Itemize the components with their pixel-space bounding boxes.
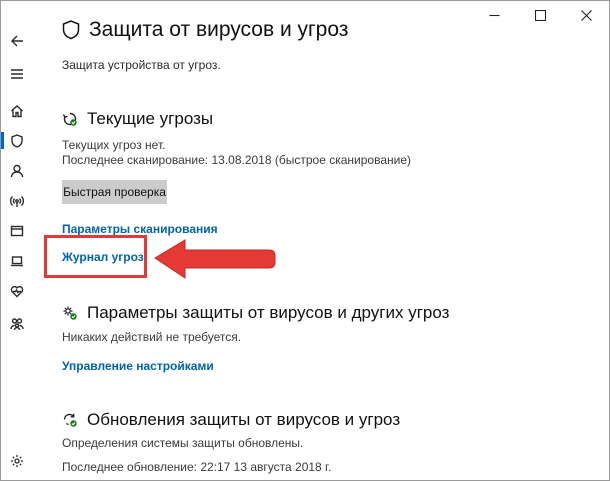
updates-status: Определения системы защиты обновлены. — [62, 436, 304, 450]
updates-title: Обновления защиты от вирусов и угроз — [87, 410, 401, 429]
nav-app-browser[interactable] — [1, 218, 33, 244]
updates-section-header: Обновления защиты от вирусов и угроз — [62, 410, 400, 430]
shield-icon — [11, 134, 23, 148]
device-security-icon — [11, 256, 23, 267]
protection-settings-title: Параметры защиты от вирусов и других угр… — [87, 303, 450, 322]
nav-account[interactable] — [1, 158, 33, 184]
nav-device-health[interactable] — [1, 278, 33, 304]
health-heart-icon — [10, 285, 24, 298]
last-update-text: Последнее обновление: 22:17 13 августа 2… — [62, 460, 332, 474]
annotation-arrow-icon — [154, 239, 276, 279]
nav-family[interactable] — [1, 311, 33, 337]
page-header: Защита от вирусов и угроз — [62, 18, 348, 42]
nav-rail — [1, 1, 33, 480]
nav-device-security[interactable] — [1, 248, 33, 274]
threat-history-icon — [62, 111, 78, 127]
network-icon — [10, 196, 24, 207]
protection-settings-status: Никаких действий не требуется. — [62, 330, 242, 344]
app-browser-icon — [10, 225, 24, 237]
threats-status: Текущих угроз нет. — [62, 138, 166, 152]
family-icon — [10, 318, 24, 331]
quick-scan-button[interactable]: Быстрая проверка — [62, 180, 167, 204]
protection-settings-icon — [62, 305, 78, 321]
threats-title: Текущие угрозы — [87, 109, 214, 128]
protection-settings-header: Параметры защиты от вирусов и других угр… — [62, 303, 449, 323]
page-title: Защита от вирусов и угроз — [89, 18, 349, 41]
hamburger-menu-icon — [11, 69, 23, 79]
annotation-highlight-box — [44, 235, 147, 278]
page-subtitle: Защита устройства от угроз. — [62, 58, 221, 72]
account-icon — [10, 164, 24, 178]
back-button[interactable] — [1, 28, 33, 54]
nav-settings[interactable] — [1, 448, 33, 474]
last-scan-text: Последнее сканирование: 13.08.2018 (быст… — [62, 153, 411, 167]
nav-network[interactable] — [1, 188, 33, 214]
app-window: Защита от вирусов и угроз Защита устройс… — [0, 0, 610, 481]
home-icon — [11, 105, 23, 118]
shield-icon — [62, 20, 80, 40]
settings-gear-icon — [11, 455, 23, 467]
nav-virus-protection[interactable] — [1, 128, 33, 154]
threats-section-header: Текущие угрозы — [62, 109, 213, 129]
update-sync-icon — [62, 412, 78, 428]
nav-home[interactable] — [1, 98, 33, 124]
manage-settings-link[interactable]: Управление настройками — [62, 359, 214, 373]
menu-button[interactable] — [1, 61, 33, 87]
back-arrow-icon — [11, 35, 23, 47]
scan-options-link[interactable]: Параметры сканирования — [62, 222, 218, 236]
